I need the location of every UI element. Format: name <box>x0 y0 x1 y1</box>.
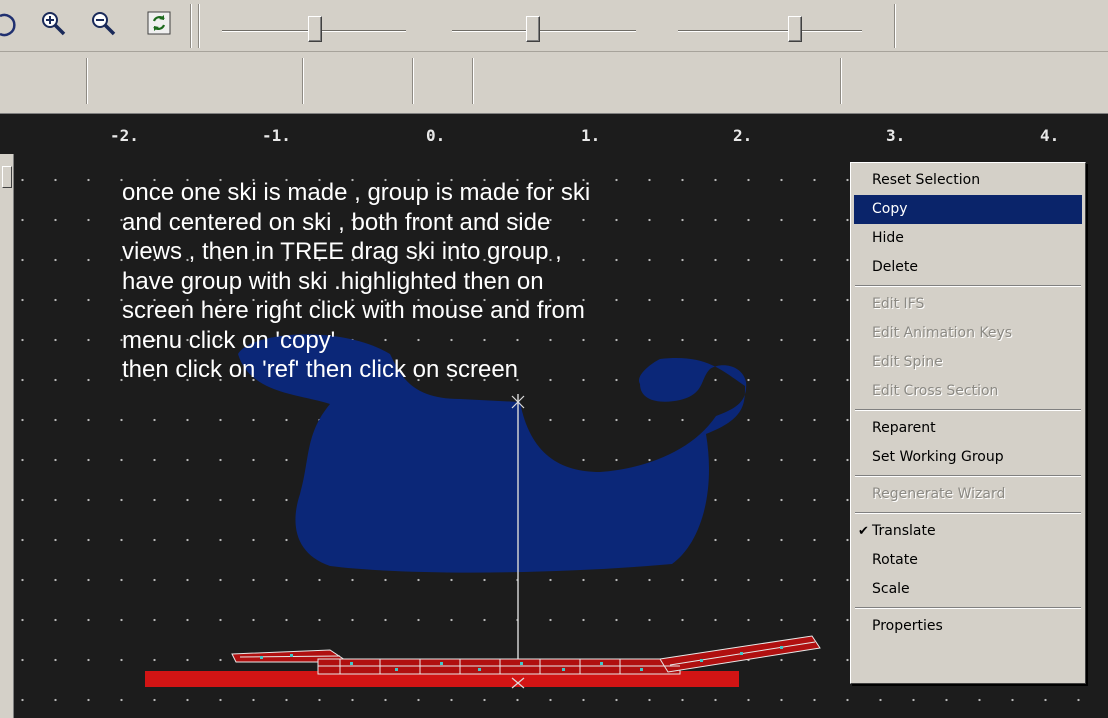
menu-separator <box>854 509 1082 517</box>
ruler-label: -2. <box>110 126 139 145</box>
menu-item-regenerate-wizard: Regenerate Wizard <box>872 486 1006 502</box>
menu-item-copy[interactable]: Copy <box>854 195 1082 224</box>
note-line: once one ski is made , group is made for… <box>122 179 591 206</box>
view-toolbar <box>0 0 1108 52</box>
slider-track-2 <box>452 30 636 32</box>
ruler-label: 0. <box>426 126 446 145</box>
note-line: and centered on ski , both front and sid… <box>122 208 551 236</box>
menu-item-set-working-group[interactable]: Set Working Group <box>854 443 1082 472</box>
slider-thumb-2[interactable] <box>526 16 540 42</box>
context-menu: Reset Selection Copy Hide Delete Edit IF… <box>850 162 1086 684</box>
menu-item-rotate[interactable]: Rotate <box>854 546 1082 575</box>
toolbar-separator <box>412 58 414 104</box>
note-line: then click on 'ref' then click on screen <box>122 356 519 383</box>
zoom-out-icon[interactable] <box>88 8 118 38</box>
ruler-label: 1. <box>581 126 601 145</box>
note-line: screen here right click with mouse and f… <box>122 297 585 324</box>
toolbar-separator <box>302 58 304 104</box>
menu-item-edit-ifs: Edit IFS <box>872 296 925 312</box>
panel-splitter-handle[interactable] <box>2 166 12 188</box>
note-line: views , then in TREE drag ski into group… <box>122 238 562 265</box>
menu-item-reparent[interactable]: Reparent <box>854 414 1082 443</box>
instruction-note: once one ski is made , group is made for… <box>122 178 782 385</box>
slider-thumb-3[interactable] <box>788 16 802 42</box>
slider-track-3 <box>678 30 862 32</box>
toolbar-separator <box>198 4 200 48</box>
menu-item-edit-cross-section: Edit Cross Section <box>872 383 999 399</box>
rotate-icon[interactable] <box>0 10 22 40</box>
ruler-label: 2. <box>733 126 753 145</box>
toolbar-separator <box>840 58 842 104</box>
shape-toolbar <box>0 52 1108 147</box>
menu-item-scale[interactable]: Scale <box>854 575 1082 604</box>
menu-item-reset-selection[interactable]: Reset Selection <box>854 166 1082 195</box>
menu-item-delete[interactable]: Delete <box>854 253 1082 282</box>
toolbar-separator <box>472 58 474 104</box>
menu-item-edit-animation-keys: Edit Animation Keys <box>872 325 1013 341</box>
ski-wireframe <box>231 635 821 675</box>
slider-thumb-1[interactable] <box>308 16 322 42</box>
toolbar-separator <box>190 4 192 48</box>
menu-item-translate[interactable]: ✔ Translate <box>854 517 1082 546</box>
menu-separator <box>854 406 1082 414</box>
zoom-in-icon[interactable] <box>38 8 68 38</box>
menu-separator <box>854 604 1082 612</box>
ruler-label: 4. <box>1040 126 1060 145</box>
menu-item-hide[interactable]: Hide <box>854 224 1082 253</box>
fit-view-icon[interactable] <box>144 8 174 38</box>
toolbar-separator <box>894 4 896 48</box>
menu-item-properties[interactable]: Properties <box>854 612 1082 641</box>
menu-separator <box>854 282 1082 290</box>
menu-item-edit-spine: Edit Spine <box>872 354 943 370</box>
note-line: menu click on 'copy' <box>122 326 336 354</box>
menu-separator <box>854 472 1082 480</box>
toolbar-separator <box>86 58 88 104</box>
x-axis-ruler: -2. -1. 0. 1. 2. 3. 4. <box>0 114 1108 154</box>
left-panel-edge <box>0 154 14 718</box>
check-icon: ✔ <box>858 524 869 539</box>
ruler-label: -1. <box>262 126 291 145</box>
ruler-label: 3. <box>886 126 906 145</box>
note-line: have group with ski .highlighted then on <box>122 267 544 295</box>
